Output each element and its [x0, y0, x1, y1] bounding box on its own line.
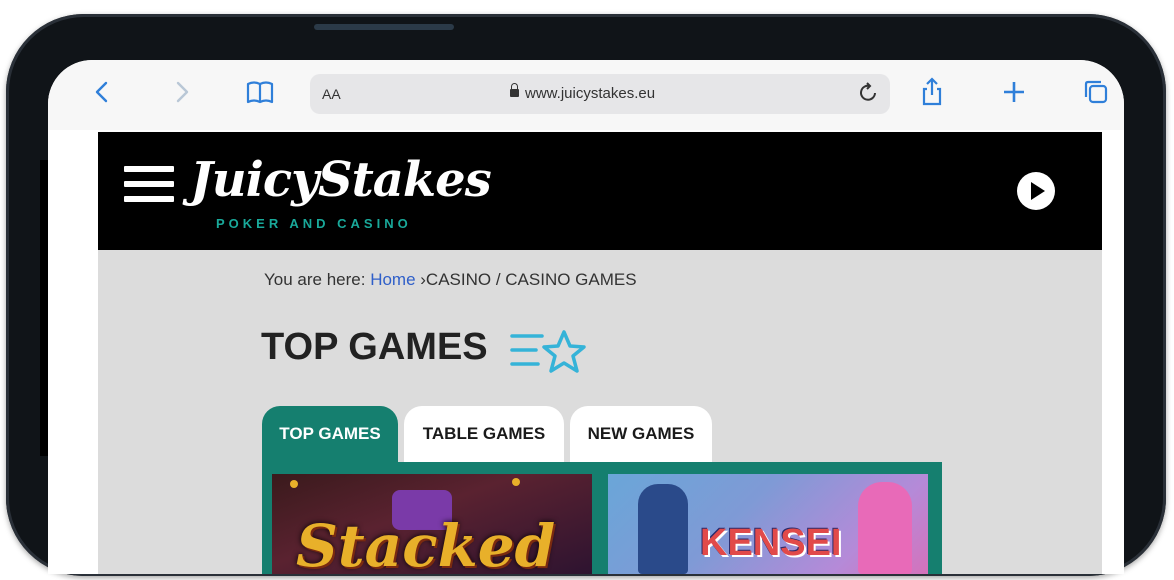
tabs-icon[interactable] — [1080, 76, 1112, 108]
share-icon[interactable] — [916, 76, 948, 108]
forward-icon[interactable] — [166, 76, 198, 108]
games-panel: Stacked KENSEI — [262, 462, 942, 574]
sparkle-decoration — [512, 478, 520, 486]
reload-icon[interactable] — [858, 80, 880, 110]
page-title: TOP GAMES — [261, 326, 488, 368]
star-lines-icon — [508, 326, 590, 378]
site-logo[interactable]: JuicyStakes POKER AND CASINO — [190, 152, 492, 238]
logo-main-text: JuicyStakes — [190, 152, 492, 208]
breadcrumb-rest: ›CASINO / CASINO GAMES — [415, 270, 637, 289]
browser-toolbar: AA www.juicystakes.eu — [48, 60, 1124, 130]
breadcrumb-prefix: You are here: — [264, 270, 371, 289]
site-header: JuicyStakes POKER AND CASINO — [98, 132, 1102, 250]
game-card-kensei[interactable]: KENSEI — [608, 474, 928, 574]
sparkle-decoration — [290, 480, 298, 488]
breadcrumb-home-link[interactable]: Home — [370, 270, 415, 289]
phone-frame: AA www.juicystakes.eu JuicyStakes POKER … — [6, 14, 1166, 576]
main-content: You are here: Home ›CASINO / CASINO GAME… — [98, 250, 1102, 574]
logo-subtitle: POKER AND CASINO — [216, 216, 412, 231]
warrior-figure-icon — [638, 484, 688, 574]
url-display[interactable]: www.juicystakes.eu — [510, 83, 656, 102]
tab-table-games[interactable]: TABLE GAMES — [404, 406, 564, 464]
lock-icon — [510, 83, 519, 97]
tab-top-games[interactable]: TOP GAMES — [262, 406, 398, 464]
play-icon[interactable] — [1017, 172, 1055, 210]
reader-aa-button[interactable]: AA — [322, 86, 341, 102]
new-tab-icon[interactable] — [998, 76, 1030, 108]
screen: AA www.juicystakes.eu JuicyStakes POKER … — [48, 60, 1124, 574]
address-bar[interactable]: AA www.juicystakes.eu — [310, 74, 890, 114]
warrior-figure-icon — [858, 482, 912, 574]
back-icon[interactable] — [86, 76, 118, 108]
bookmarks-icon[interactable] — [244, 76, 276, 108]
tab-new-games[interactable]: NEW GAMES — [570, 406, 712, 464]
game-title-kensei: KENSEI — [700, 522, 842, 564]
game-title-stacked: Stacked — [296, 512, 556, 574]
game-card-stacked[interactable]: Stacked — [272, 474, 592, 574]
breadcrumb: You are here: Home ›CASINO / CASINO GAME… — [264, 270, 637, 290]
menu-icon[interactable] — [124, 166, 174, 210]
side-button — [314, 24, 454, 30]
url-text: www.juicystakes.eu — [525, 85, 656, 102]
